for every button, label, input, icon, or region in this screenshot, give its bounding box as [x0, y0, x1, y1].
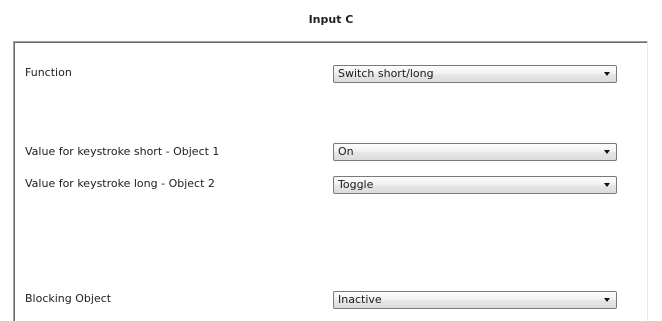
parameter-panel: Function Switch short/long Value for key… — [13, 41, 648, 321]
chevron-down-icon[interactable] — [604, 298, 610, 302]
keystroke-long-select[interactable]: Toggle — [333, 176, 617, 194]
page-title: Input C — [308, 13, 354, 26]
keystroke-short-select[interactable]: On — [333, 143, 617, 161]
blocking-object-label: Blocking Object — [25, 292, 112, 305]
chevron-down-icon[interactable] — [604, 72, 610, 76]
function-label: Function — [25, 66, 72, 79]
keystroke-short-label: Value for keystroke short - Object 1 — [25, 145, 220, 158]
keystroke-short-select-value: On — [338, 145, 354, 158]
keystroke-long-select-value: Toggle — [338, 178, 374, 191]
chevron-down-icon[interactable] — [604, 150, 610, 154]
function-select[interactable]: Switch short/long — [333, 65, 617, 83]
blocking-object-select[interactable]: Inactive — [333, 291, 617, 309]
blocking-object-select-value: Inactive — [338, 293, 382, 306]
function-select-value: Switch short/long — [338, 67, 434, 80]
chevron-down-icon[interactable] — [604, 183, 610, 187]
keystroke-long-label: Value for keystroke long - Object 2 — [25, 177, 215, 190]
